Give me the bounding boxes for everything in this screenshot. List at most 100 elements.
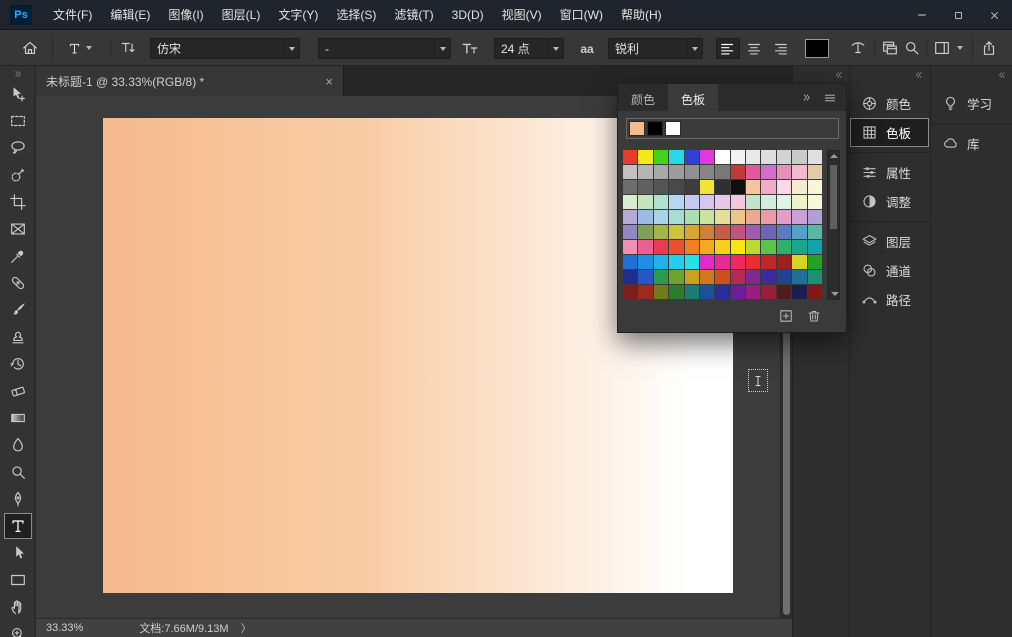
- swatch[interactable]: [685, 180, 699, 194]
- share-icon[interactable]: [979, 38, 999, 58]
- swatch[interactable]: [808, 255, 822, 269]
- swatch[interactable]: [731, 255, 745, 269]
- swatch[interactable]: [746, 165, 760, 179]
- swatch[interactable]: [761, 195, 775, 209]
- swatch[interactable]: [777, 210, 791, 224]
- lasso-tool[interactable]: [5, 136, 31, 160]
- menu-window[interactable]: 窗口(W): [551, 0, 612, 29]
- swatch[interactable]: [638, 285, 652, 299]
- swatch[interactable]: [685, 285, 699, 299]
- swatch[interactable]: [808, 240, 822, 254]
- swatch[interactable]: [638, 180, 652, 194]
- swatch[interactable]: [761, 210, 775, 224]
- swatch[interactable]: [669, 195, 683, 209]
- panel-button-learn[interactable]: 学习: [931, 89, 1012, 118]
- scrollbar-thumb[interactable]: [830, 165, 837, 229]
- swatch[interactable]: [669, 255, 683, 269]
- swatch[interactable]: [654, 180, 668, 194]
- swatch[interactable]: [638, 195, 652, 209]
- swatch[interactable]: [654, 225, 668, 239]
- rectangle-tool[interactable]: [5, 568, 31, 592]
- swatch[interactable]: [777, 240, 791, 254]
- swatch[interactable]: [792, 195, 806, 209]
- quick-selection-tool[interactable]: [5, 163, 31, 187]
- document-tab[interactable]: 未标题-1 @ 33.33%(RGB/8) * ×: [36, 66, 344, 96]
- swatch[interactable]: [715, 165, 729, 179]
- menu-view[interactable]: 视图(V): [493, 0, 551, 29]
- scroll-down-icon[interactable]: [831, 292, 839, 296]
- swatch[interactable]: [777, 285, 791, 299]
- text-color-swatch[interactable]: [805, 39, 829, 58]
- toolbar-collapse-icon[interactable]: [0, 66, 35, 80]
- workspace-icon[interactable]: [932, 38, 952, 58]
- swatch[interactable]: [669, 240, 683, 254]
- swatch[interactable]: [777, 150, 791, 164]
- swatch[interactable]: [715, 270, 729, 284]
- spot-healing-tool[interactable]: [5, 271, 31, 295]
- swatch[interactable]: [761, 150, 775, 164]
- swatch[interactable]: [623, 255, 637, 269]
- zoom-tool[interactable]: [5, 622, 31, 637]
- history-brush-tool[interactable]: [5, 352, 31, 376]
- swatch[interactable]: [777, 165, 791, 179]
- swatch[interactable]: [777, 225, 791, 239]
- close-tab-icon[interactable]: ×: [325, 74, 333, 89]
- swatch[interactable]: [654, 270, 668, 284]
- panel-button-libraries[interactable]: 库: [931, 129, 1012, 158]
- swatch[interactable]: [746, 210, 760, 224]
- swatch[interactable]: [777, 255, 791, 269]
- swatch[interactable]: [731, 270, 745, 284]
- tab-color[interactable]: 颜色: [618, 84, 668, 111]
- swatch[interactable]: [731, 285, 745, 299]
- swatch[interactable]: [808, 270, 822, 284]
- hand-tool[interactable]: [5, 595, 31, 619]
- swatch[interactable]: [654, 285, 668, 299]
- menu-image[interactable]: 图像(I): [159, 0, 212, 29]
- minimize-icon[interactable]: [904, 0, 940, 30]
- align-left-icon[interactable]: [716, 38, 740, 59]
- clone-stamp-tool[interactable]: [5, 325, 31, 349]
- swatch[interactable]: [808, 180, 822, 194]
- swatch[interactable]: [638, 270, 652, 284]
- swatch[interactable]: [792, 240, 806, 254]
- swatch[interactable]: [715, 195, 729, 209]
- trash-icon[interactable]: [806, 308, 822, 324]
- eraser-tool[interactable]: [5, 379, 31, 403]
- swatch[interactable]: [669, 285, 683, 299]
- swatch[interactable]: [685, 165, 699, 179]
- swatch[interactable]: [700, 150, 714, 164]
- swatch[interactable]: [808, 225, 822, 239]
- swatch[interactable]: [700, 285, 714, 299]
- blur-tool[interactable]: [5, 433, 31, 457]
- swatch[interactable]: [715, 150, 729, 164]
- chevron-down-icon[interactable]: [686, 39, 702, 58]
- swatch[interactable]: [685, 240, 699, 254]
- swatch[interactable]: [808, 150, 822, 164]
- swatch[interactable]: [731, 150, 745, 164]
- home-icon[interactable]: [20, 38, 40, 58]
- swatch[interactable]: [761, 240, 775, 254]
- swatch[interactable]: [669, 165, 683, 179]
- chevron-down-icon[interactable]: [434, 39, 450, 58]
- swatch[interactable]: [792, 270, 806, 284]
- path-selection-tool[interactable]: [5, 541, 31, 565]
- swatch[interactable]: [746, 255, 760, 269]
- swatch[interactable]: [685, 225, 699, 239]
- swatch[interactable]: [685, 270, 699, 284]
- recent-swatch[interactable]: [665, 121, 681, 136]
- swatch[interactable]: [654, 210, 668, 224]
- swatch[interactable]: [746, 285, 760, 299]
- swatch[interactable]: [623, 210, 637, 224]
- tab-swatches[interactable]: 色板: [668, 84, 718, 111]
- swatch[interactable]: [623, 240, 637, 254]
- swatch[interactable]: [808, 195, 822, 209]
- swatch[interactable]: [731, 240, 745, 254]
- font-family-select[interactable]: 仿宋: [150, 38, 300, 59]
- swatch[interactable]: [731, 195, 745, 209]
- swatch[interactable]: [638, 165, 652, 179]
- swatch[interactable]: [700, 225, 714, 239]
- swatch[interactable]: [623, 195, 637, 209]
- swatch[interactable]: [700, 270, 714, 284]
- swatch[interactable]: [715, 240, 729, 254]
- swatch[interactable]: [746, 180, 760, 194]
